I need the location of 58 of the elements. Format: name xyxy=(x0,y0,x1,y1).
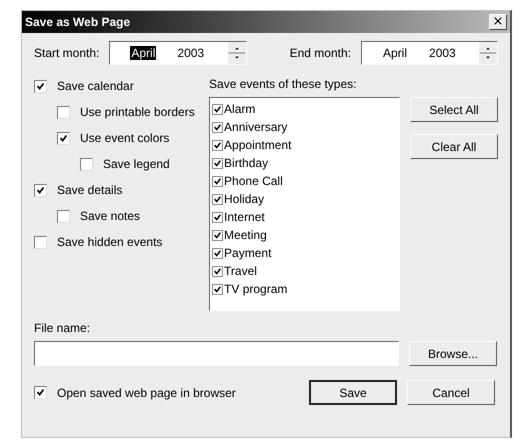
checkbox[interactable] xyxy=(57,106,70,118)
checkbox[interactable] xyxy=(57,132,70,144)
option-label: Use event colors xyxy=(80,131,170,145)
close-button[interactable]: × xyxy=(489,14,507,30)
dialog-button[interactable]: Cancel xyxy=(407,380,495,405)
checkbox[interactable] xyxy=(212,104,224,114)
checkbox[interactable] xyxy=(212,248,224,258)
event-type-label[interactable]: Payment xyxy=(224,246,272,260)
checkbox[interactable] xyxy=(212,158,224,168)
checkbox[interactable] xyxy=(34,184,47,196)
checkbox[interactable] xyxy=(57,210,70,222)
option-label: Save hidden events xyxy=(57,235,162,249)
checkbox[interactable] xyxy=(212,212,224,222)
event-type-label[interactable]: Meeting xyxy=(224,228,267,242)
list-button[interactable]: Clear All xyxy=(410,134,498,159)
checkbox[interactable] xyxy=(212,230,224,240)
option-label: Save notes xyxy=(80,209,140,223)
month-value: April xyxy=(130,46,156,60)
checkbox[interactable] xyxy=(80,158,93,170)
event-type-label[interactable]: Travel xyxy=(224,264,257,278)
dialog-button[interactable]: Save xyxy=(309,380,397,405)
event-type-label[interactable]: TV program xyxy=(224,282,288,296)
checkbox[interactable] xyxy=(212,176,224,186)
option-label: Use printable borders xyxy=(80,105,195,119)
option-label: Save legend xyxy=(103,157,170,171)
event-type-label[interactable]: Internet xyxy=(224,210,265,224)
list-button[interactable]: Select All xyxy=(410,97,498,122)
event-type-label[interactable]: Birthday xyxy=(224,156,268,170)
checkbox[interactable] xyxy=(34,80,47,92)
event-type-label[interactable]: Appointment xyxy=(224,138,292,152)
event-type-label[interactable]: Phone Call xyxy=(224,174,283,188)
month-label: End month: xyxy=(290,46,351,60)
checkbox[interactable] xyxy=(34,236,47,248)
option-label: Open saved web page in browser xyxy=(57,386,236,400)
checkbox[interactable] xyxy=(212,194,224,204)
year-value: 2003 xyxy=(176,46,206,60)
option-label: Save details xyxy=(57,183,122,197)
month-value: April xyxy=(382,46,408,60)
list-label: Save events of these types: xyxy=(209,77,358,91)
event-type-label[interactable]: Holiday xyxy=(224,192,264,206)
browse-button[interactable]: Browse... xyxy=(409,341,497,366)
event-type-label[interactable]: Alarm xyxy=(224,102,256,116)
month-field[interactable]: April 2003 xyxy=(361,41,498,65)
year-value: 2003 xyxy=(428,46,457,60)
window-title: Save as Web Page xyxy=(25,15,130,29)
option-label: Save calendar xyxy=(57,79,134,93)
checkbox[interactable] xyxy=(212,122,224,132)
checkbox[interactable] xyxy=(212,266,224,276)
month-label: Start month: xyxy=(34,46,100,60)
checkbox[interactable] xyxy=(212,284,224,294)
file-name-field[interactable] xyxy=(34,341,399,366)
spinner-icon[interactable] xyxy=(228,42,246,64)
event-type-label[interactable]: Anniversary xyxy=(224,120,288,134)
checkbox[interactable] xyxy=(34,386,47,399)
file-name-label: File name: xyxy=(34,321,92,335)
checkbox[interactable] xyxy=(212,140,224,150)
month-field[interactable]: April 2003 xyxy=(109,41,248,65)
spinner-icon[interactable] xyxy=(479,42,497,64)
